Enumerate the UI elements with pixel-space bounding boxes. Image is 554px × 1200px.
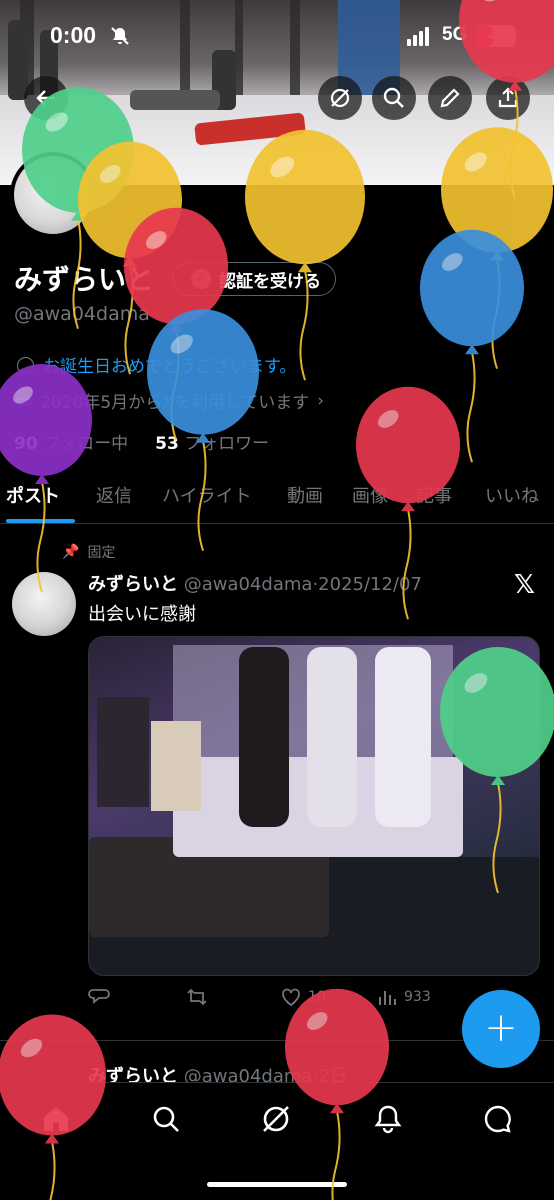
post-avatar[interactable]	[12, 572, 76, 636]
following-link[interactable]: 90 フォロー中	[14, 434, 128, 454]
nav-messages[interactable]	[480, 1101, 516, 1137]
messages-icon	[484, 1105, 511, 1133]
profile-tabs: ポスト 返信 ハイライト 動画 画像 記事 いいね	[0, 472, 554, 524]
post-handle-date: @awa04dama·2025/12/07	[183, 574, 422, 595]
home-icon	[44, 1107, 68, 1131]
balloon-icon	[420, 229, 524, 463]
reply-button[interactable]	[88, 986, 116, 1008]
tab-images[interactable]: 画像	[352, 482, 388, 508]
followers-count: 53	[155, 434, 179, 454]
grok-icon	[263, 1106, 289, 1132]
chevron-right-icon: ›	[317, 390, 325, 411]
repost-icon	[187, 988, 207, 1006]
joined-line[interactable]: ▭ 2020年5月からXを利用しています ›	[16, 388, 325, 414]
calendar-icon: ▭	[16, 390, 33, 411]
post-header: みずらいと @awa04dama·2025/12/07	[88, 570, 422, 596]
nav-grok[interactable]	[258, 1101, 294, 1137]
active-tab-indicator	[6, 519, 75, 523]
search-button[interactable]	[372, 76, 416, 120]
search-icon	[383, 87, 404, 108]
pencil-icon	[440, 88, 460, 108]
like-count: 10	[308, 989, 326, 1005]
post-author[interactable]: みずらいと	[88, 574, 178, 595]
post-actions: 10 933	[88, 986, 528, 1016]
heart-icon	[282, 988, 300, 1007]
post-image[interactable]	[88, 636, 540, 976]
tab-articles[interactable]: 記事	[416, 482, 452, 508]
profile-display-name: みずらいと	[14, 263, 155, 296]
profile-avatar[interactable]	[10, 152, 96, 238]
bell-muted-icon	[111, 27, 129, 45]
battery-indicator: 43	[476, 25, 516, 47]
following-label: フォロー中	[43, 434, 129, 454]
share-button[interactable]	[486, 76, 530, 120]
tab-highlights[interactable]: ハイライト	[162, 482, 252, 508]
back-button[interactable]	[24, 76, 68, 120]
search-icon	[153, 1106, 179, 1132]
pinned-label-row: 📌 固定	[62, 542, 115, 562]
signal-icon	[407, 27, 431, 46]
nav-search[interactable]	[148, 1101, 184, 1137]
follow-stats: 90 フォロー中 53 フォロワー	[14, 429, 269, 454]
grok-x-icon[interactable]: 𝕏	[514, 570, 535, 600]
get-verified-label: 認証を受ける	[219, 271, 321, 292]
status-time: 0:00	[50, 22, 97, 48]
birthday-message: お誕生日おめでとうございます。	[43, 357, 297, 377]
views-icon	[379, 991, 396, 1005]
followers-label: フォロワー	[184, 434, 270, 454]
profile-handle: @awa04dama	[14, 303, 150, 325]
followers-link[interactable]: 53 フォロワー	[155, 434, 269, 454]
compose-button[interactable]: +	[462, 990, 540, 1068]
pinned-label: 固定	[87, 545, 116, 561]
home-indicator	[207, 1182, 347, 1187]
arrow-left-icon	[36, 90, 55, 106]
nav-notifications[interactable]	[370, 1101, 406, 1137]
grok-icon	[330, 88, 350, 108]
birthday-line: ◯ お誕生日おめでとうございます。	[16, 352, 297, 378]
joined-date: 2020年5月からXを利用しています	[40, 393, 310, 413]
post-image-content	[89, 645, 539, 975]
view-count: 933	[404, 989, 431, 1005]
balloon-icon: ◯	[16, 354, 36, 375]
tab-replies[interactable]: 返信	[96, 482, 132, 508]
nav-home[interactable]	[38, 1101, 74, 1137]
like-button[interactable]: 10	[280, 986, 326, 1008]
verified-check-icon: ✓	[191, 269, 211, 289]
repost-button[interactable]	[186, 986, 214, 1008]
tab-videos[interactable]: 動画	[287, 482, 323, 508]
following-count: 90	[14, 434, 38, 454]
tab-posts[interactable]: ポスト	[6, 482, 60, 508]
battery-level: 43	[487, 27, 505, 44]
post-text: 出会いに感謝	[88, 604, 196, 625]
tab-likes[interactable]: いいね	[485, 482, 539, 508]
notifications-icon	[374, 1105, 402, 1134]
edit-button[interactable]	[428, 76, 472, 120]
share-icon	[498, 87, 518, 108]
network-type: 5G	[442, 24, 468, 45]
grok-button[interactable]	[318, 76, 362, 120]
reply-icon	[88, 989, 110, 1004]
status-bar: 0:00 5G 43	[0, 0, 554, 70]
views-button[interactable]: 933	[376, 986, 431, 1008]
pin-icon: 📌	[62, 544, 80, 560]
get-verified-button[interactable]: ✓ 認証を受ける	[172, 262, 336, 296]
